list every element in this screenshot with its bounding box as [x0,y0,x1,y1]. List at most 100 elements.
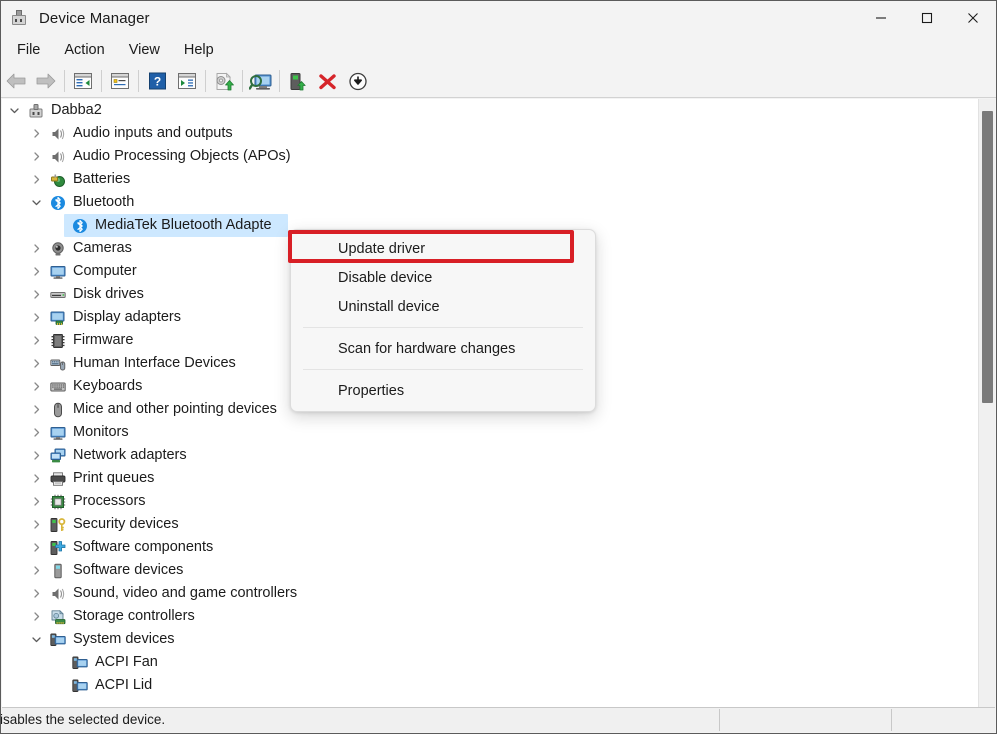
chevron-down-icon[interactable] [30,197,42,209]
software-device-icon [50,563,66,579]
scan-for-hardware-changes-button[interactable] [246,66,276,96]
toolbar-separator [101,70,102,92]
chevron-right-icon[interactable] [30,565,42,577]
tree-item-audio-inputs-and-outputs[interactable]: Audio inputs and outputs [2,122,995,145]
chevron-right-icon[interactable] [30,496,42,508]
tree-item-label: Disk drives [73,286,144,303]
tree-item-system-devices[interactable]: System devices [2,628,995,651]
device-manager-icon [11,10,27,26]
system-device-icon [72,678,88,694]
tree-item-label: Software devices [73,562,184,579]
chevron-right-icon[interactable] [30,427,42,439]
status-bar-divider [891,709,892,731]
help-button[interactable]: ? [142,66,172,96]
show-hide-action-pane-icon [178,73,196,89]
chevron-right-icon[interactable] [30,358,42,370]
tree-item-bluetooth[interactable]: Bluetooth [2,191,995,214]
context-menu-separator [303,327,583,328]
menu-action[interactable]: Action [52,39,116,62]
hid-icon [50,356,66,372]
menu-help[interactable]: Help [172,39,226,62]
tree-item-processors[interactable]: Processors [2,490,995,513]
chevron-right-icon[interactable] [30,128,42,140]
chevron-right-icon[interactable] [30,312,42,324]
tree-item-acpi-fan[interactable]: ACPI Fan [2,651,995,674]
update-driver-button[interactable] [209,66,239,96]
vertical-scrollbar-thumb[interactable] [982,111,993,403]
menu-file[interactable]: File [5,39,52,62]
tree-item-storage-controllers[interactable]: Storage controllers [2,605,995,628]
chevron-right-icon[interactable] [30,450,42,462]
network-adapter-icon [50,448,66,464]
display-adapter-icon [50,310,66,326]
chevron-right-icon[interactable] [30,588,42,600]
tree-item-software-devices[interactable]: Software devices [2,559,995,582]
help-icon: ? [148,72,166,90]
tree-item-label: Network adapters [73,447,187,464]
chevron-right-icon[interactable] [30,404,42,416]
tree-item-label: Audio Processing Objects (APOs) [73,148,291,165]
close-button[interactable] [950,1,996,35]
chevron-right-icon[interactable] [30,519,42,531]
tree-item-acpi-lid[interactable]: ACPI Lid [2,674,995,697]
tree-item-security-devices[interactable]: Security devices [2,513,995,536]
tree-item-audio-processing-objects-apos[interactable]: Audio Processing Objects (APOs) [2,145,995,168]
tree-item-monitors[interactable]: Monitors [2,421,995,444]
tree-item-network-adapters[interactable]: Network adapters [2,444,995,467]
disk-drive-icon [50,287,66,303]
chevron-right-icon[interactable] [30,611,42,623]
tree-item-batteries[interactable]: Batteries [2,168,995,191]
maximize-button[interactable] [904,1,950,35]
show-hide-action-pane-button[interactable] [172,66,202,96]
tree-item-label: Software components [73,539,214,556]
tree-item-label: Human Interface Devices [73,355,236,372]
tree-item-label: ACPI Fan [95,654,158,671]
close-icon [968,13,978,23]
context-menu-item-uninstall-device[interactable]: Uninstall device [291,292,595,321]
chevron-down-icon[interactable] [8,105,20,117]
toolbar-separator [64,70,65,92]
tree-item-print-queues[interactable]: Print queues [2,467,995,490]
forward-icon [36,73,56,89]
tree-item-dabba2[interactable]: Dabba2 [2,99,995,122]
chevron-right-icon[interactable] [30,174,42,186]
chevron-right-icon[interactable] [30,289,42,301]
show-hide-console-tree-button[interactable] [68,66,98,96]
context-menu-item-properties[interactable]: Properties [291,376,595,405]
menu-view[interactable]: View [117,39,172,62]
vertical-scrollbar[interactable] [978,99,995,709]
chevron-right-icon[interactable] [30,151,42,163]
chevron-right-icon[interactable] [30,266,42,278]
speaker-icon [50,149,66,165]
chevron-right-icon[interactable] [30,381,42,393]
uninstall-device-button[interactable] [313,66,343,96]
chevron-right-icon[interactable] [30,542,42,554]
context-menu-item-disable-device[interactable]: Disable device [291,263,595,292]
tree-item-label: Processors [73,493,146,510]
storage-controller-icon [50,609,66,625]
context-menu-item-scan-for-hardware-changes[interactable]: Scan for hardware changes [291,334,595,363]
chevron-down-icon[interactable] [30,634,42,646]
tree-item-label: Firmware [73,332,134,349]
properties-button[interactable] [105,66,135,96]
speaker-icon [50,586,66,602]
tree-item-label: MediaTek Bluetooth Adapte [95,217,272,234]
device-manager-window: Device Manager File Action View Help ? D… [0,0,997,734]
show-hide-console-tree-icon [74,73,92,89]
enable-device-button[interactable] [283,66,313,96]
back-icon [6,73,26,89]
chevron-right-icon[interactable] [30,335,42,347]
tree-item-sound-video-and-game-controllers[interactable]: Sound, video and game controllers [2,582,995,605]
forward-button[interactable] [31,66,61,96]
chevron-right-icon[interactable] [30,243,42,255]
system-device-icon [50,632,66,648]
tree-item-software-components[interactable]: Software components [2,536,995,559]
tree-item-label: Sound, video and game controllers [73,585,298,602]
tree-item-label: Computer [73,263,137,280]
toolbar-separator [242,70,243,92]
chevron-right-icon[interactable] [30,473,42,485]
disable-device-button[interactable] [343,66,373,96]
minimize-button[interactable] [858,1,904,35]
back-button[interactable] [1,66,31,96]
title-bar: Device Manager [1,1,996,35]
